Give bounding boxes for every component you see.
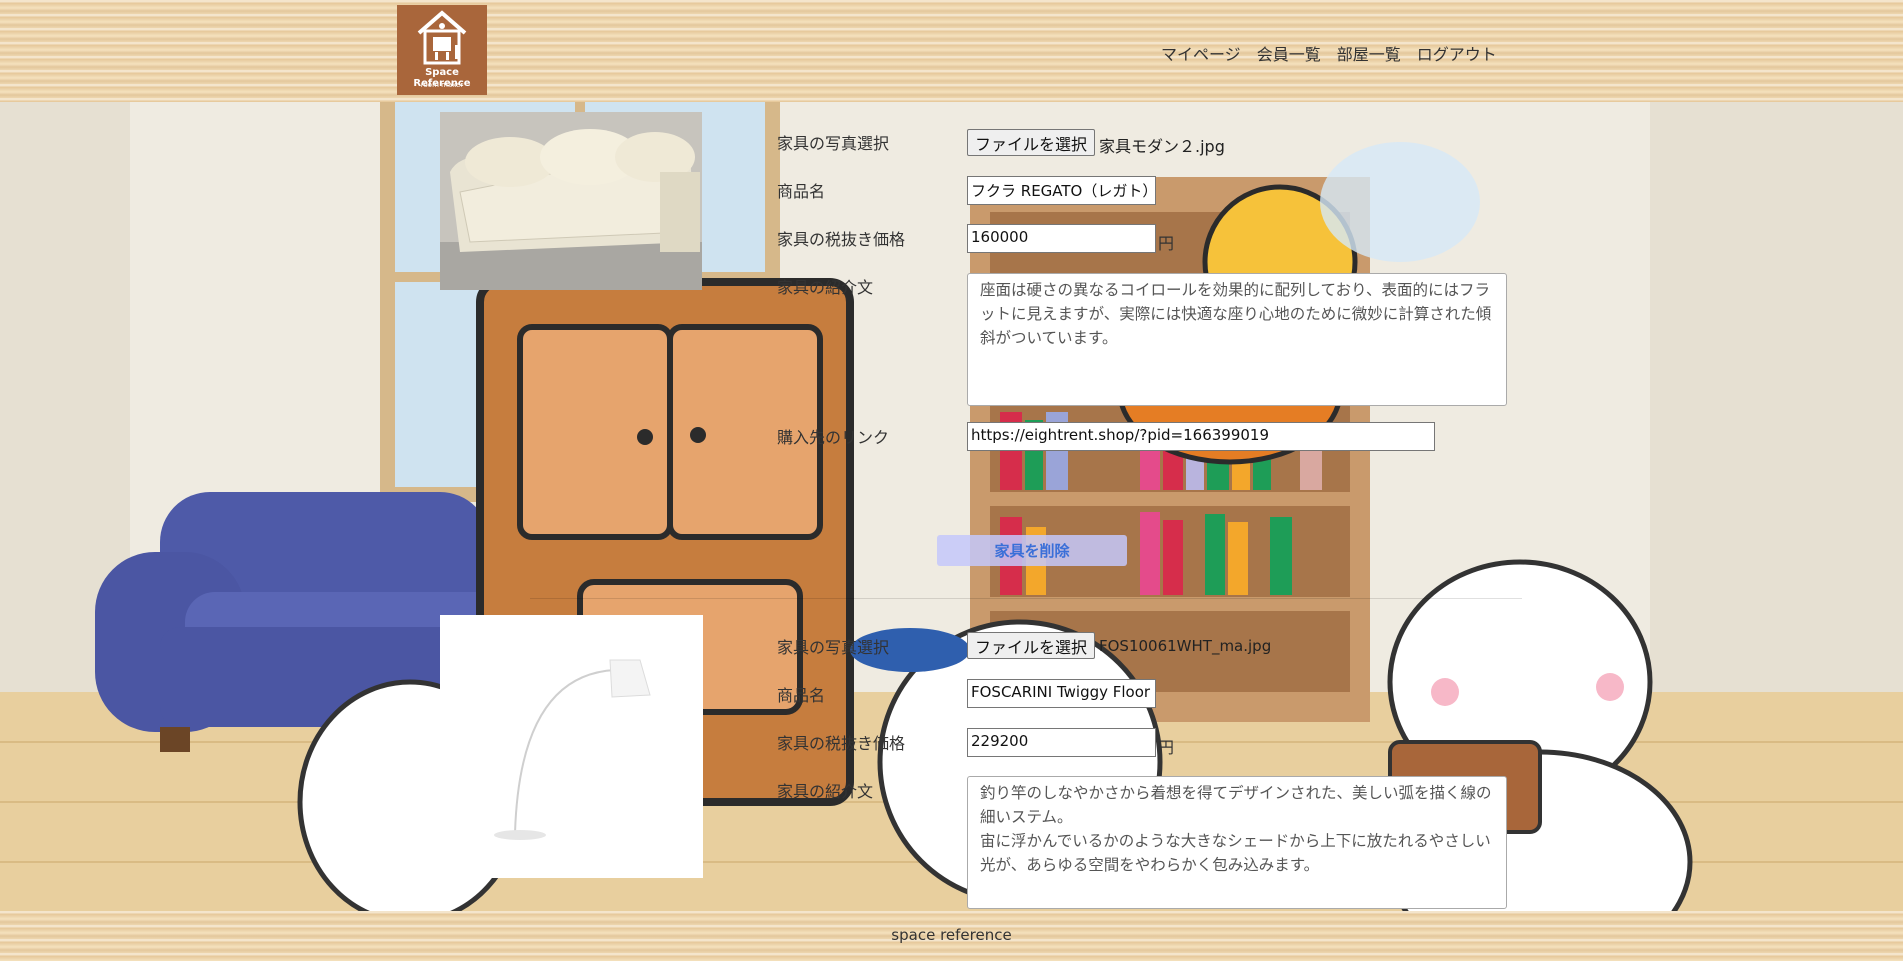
room-illustration (0, 102, 1903, 911)
item-divider (530, 598, 1522, 599)
site-logo[interactable]: Space Reference room maker (397, 5, 487, 95)
purchase-link-input[interactable]: https://eightrent.shop/?pid=166399019 (967, 422, 1435, 451)
yen-unit: 円 (1158, 738, 1175, 757)
price-input[interactable]: 160000 (967, 224, 1156, 253)
product-name-input[interactable]: フクラ REGATO（レガト） (967, 176, 1156, 205)
selected-file-name: 家具モダン２.jpg (1099, 137, 1225, 156)
description-label: 家具の紹介文 (777, 782, 874, 801)
description-textarea[interactable]: 釣り竿のしなやかさから着想を得てデザインされた、美しい弧を描く線の細いステム。 … (967, 776, 1507, 909)
description-label: 家具の紹介文 (777, 278, 874, 297)
site-header: Space Reference room maker マイページ 会員一覧 部屋… (0, 0, 1903, 102)
price-input[interactable]: 229200 (967, 728, 1156, 757)
photo-select-label: 家具の写真選択 (777, 134, 890, 153)
furniture-photo-lamp (440, 615, 703, 878)
product-name-input[interactable]: FOSCARINI Twiggy Floor Lamp (967, 679, 1156, 708)
price-label: 家具の税抜き価格 (777, 734, 906, 753)
nav-logout[interactable]: ログアウト (1417, 41, 1497, 65)
file-select-button[interactable]: ファイルを選択 (967, 632, 1096, 659)
purchase-link-label: 購入先のリンク (777, 428, 890, 447)
yen-unit: 円 (1158, 234, 1175, 253)
nav-member-list[interactable]: 会員一覧 (1257, 41, 1321, 65)
nav-mypage[interactable]: マイページ (1161, 41, 1241, 65)
delete-furniture-button[interactable]: 家具を削除 (937, 535, 1127, 566)
main-nav: マイページ 会員一覧 部屋一覧 ログアウト (1161, 41, 1497, 65)
price-label: 家具の税抜き価格 (777, 230, 906, 249)
site-footer: space reference (0, 911, 1903, 961)
nav-room-list[interactable]: 部屋一覧 (1337, 41, 1401, 65)
file-select-button[interactable]: ファイルを選択 (967, 129, 1096, 156)
furniture-photo-sofa (440, 112, 702, 290)
description-textarea[interactable]: 座面は硬さの異なるコイロールを効果的に配列しており、表面的にはフラットに見えます… (967, 273, 1507, 406)
product-name-label: 商品名 (777, 686, 826, 705)
footer-text: space reference (891, 926, 1012, 944)
house-logo-icon (417, 10, 467, 65)
photo-select-label: 家具の写真選択 (777, 638, 890, 657)
logo-subtitle: room maker (420, 81, 464, 89)
selected-file-name: FOS10061WHT_ma.jpg (1099, 637, 1272, 655)
product-name-label: 商品名 (777, 182, 826, 201)
